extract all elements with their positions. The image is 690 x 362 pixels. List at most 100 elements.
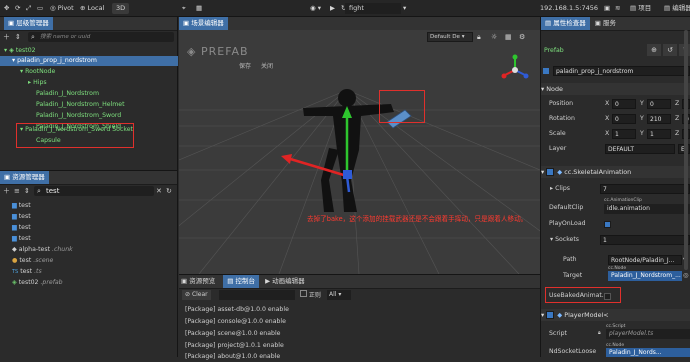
tab-animation[interactable]: ▶ 动画编辑器 bbox=[265, 277, 305, 285]
ip-address[interactable]: 192.168.1.5:7456 bbox=[540, 3, 598, 14]
scene-panel: ▣ 场景编辑器 ◈ PREFAB 保存 关闭 Default De ▾ 🔒︎ ☼… bbox=[179, 17, 540, 274]
refresh-icon[interactable]: ↻ bbox=[166, 186, 172, 196]
nd-socket-field[interactable]: Paladin_J_Nords... bbox=[606, 348, 690, 357]
console-filter-input[interactable] bbox=[219, 290, 295, 300]
hierarchy-tab[interactable]: ▣ 层级管理器 bbox=[4, 17, 53, 30]
tree-item-test02[interactable]: ▾ ◈ test02 bbox=[4, 46, 36, 56]
3d-toggle[interactable]: 3D bbox=[112, 3, 130, 14]
tree-item-rootnode[interactable]: ▾ RootNode bbox=[20, 67, 55, 77]
assets-search[interactable]: ⌕ test bbox=[34, 186, 154, 196]
tab-console[interactable]: ▤ 控制台 bbox=[223, 275, 260, 288]
scale-tool-icon[interactable]: ⤢ bbox=[26, 3, 31, 14]
scene-header: ▣ 场景编辑器 bbox=[179, 17, 540, 31]
tree-item-body[interactable]: Paladin_J_Nordstrom bbox=[36, 89, 99, 99]
clips-label[interactable]: ▸ Clips bbox=[550, 184, 570, 194]
node-name-input[interactable]: paladin_prop_j_nordstrom bbox=[553, 66, 690, 76]
rotation-x-input[interactable]: 0 bbox=[612, 114, 636, 124]
wifi-icon[interactable]: ≋ bbox=[615, 3, 620, 14]
pivot-toggle[interactable]: ◎ Pivot bbox=[50, 3, 74, 14]
scene-save-button[interactable]: 保存 bbox=[239, 63, 251, 70]
qr-icon[interactable]: ▣ bbox=[604, 3, 610, 14]
sockets-count-input[interactable]: 1 bbox=[600, 235, 690, 245]
scale-y-input[interactable]: 1 bbox=[647, 129, 671, 139]
add-node-icon[interactable]: ＋ bbox=[3, 32, 13, 42]
scene-select[interactable]: fight bbox=[345, 3, 401, 14]
assets-tab[interactable]: ▣ 资源管理器 bbox=[0, 171, 49, 184]
scale-x-label: X bbox=[605, 130, 610, 137]
rect-tool-icon[interactable]: ▭ bbox=[37, 3, 43, 14]
clips-count-input[interactable]: 7 bbox=[600, 184, 690, 194]
console-level-select[interactable]: All ▾ bbox=[327, 290, 351, 300]
skeletal-enabled-checkbox[interactable] bbox=[546, 168, 555, 176]
asset-item[interactable]: ◈ test02 .prefab bbox=[12, 278, 63, 288]
hierarchy-search[interactable]: ⌕ 搜索 name or uuid bbox=[28, 32, 174, 42]
node-active-checkbox[interactable] bbox=[543, 68, 549, 74]
settings-icon[interactable]: ⚙ bbox=[519, 32, 525, 42]
asset-item[interactable]: ◆ alpha-test .chunk bbox=[12, 245, 73, 255]
scene-tab[interactable]: ▣ 场景编辑器 bbox=[179, 17, 228, 30]
camera-icon[interactable]: ⌖ bbox=[182, 3, 186, 14]
scene-dropdown-icon[interactable]: ▾ bbox=[403, 3, 406, 14]
layer-select[interactable]: DEFAULT bbox=[605, 144, 675, 154]
inspector-tab[interactable]: ▤ 属性检查器 bbox=[541, 17, 590, 30]
asset-item[interactable]: ▆ test bbox=[12, 234, 31, 244]
tree-label: Hips bbox=[33, 79, 47, 86]
sockets-label[interactable]: ▾ Sockets bbox=[550, 235, 579, 245]
rotation-y-input[interactable]: 210 bbox=[647, 114, 671, 124]
lighting-icon[interactable]: ☼ bbox=[491, 32, 497, 42]
player-model-enabled-checkbox[interactable] bbox=[546, 311, 555, 319]
rotate-tool-icon[interactable]: ⟳ bbox=[15, 3, 20, 14]
local-toggle[interactable]: ⊕ Local bbox=[80, 3, 104, 14]
inspector-scrollbar[interactable] bbox=[684, 30, 688, 270]
clips-count: 7 bbox=[603, 186, 607, 193]
tab-asset-preview[interactable]: ▣ 资源预览 bbox=[181, 277, 215, 285]
move-tool-icon[interactable]: ✥ bbox=[4, 3, 9, 14]
scene-viewport[interactable] bbox=[179, 30, 540, 274]
node-section-header[interactable]: ▾ Node bbox=[541, 83, 690, 95]
add-asset-icon[interactable]: ＋ bbox=[3, 186, 10, 196]
camera-mode-select[interactable]: Default De ▾ bbox=[427, 32, 473, 42]
tree-item-hips[interactable]: ▸ Hips bbox=[28, 78, 47, 88]
default-clip-type: cc.AnimationClip bbox=[604, 198, 642, 203]
tree-item-sword[interactable]: Paladin_J_Nordstrom_Sword bbox=[36, 111, 121, 121]
console-clear-button[interactable]: ⊘ Clear bbox=[182, 290, 211, 300]
play-on-load-checkbox[interactable] bbox=[604, 221, 611, 228]
tree-item-paladin-prop[interactable]: ▾ paladin_prop_j_nordstrom bbox=[12, 56, 97, 66]
service-tab[interactable]: ▣ 服务 bbox=[595, 19, 616, 27]
asset-item[interactable]: ▆ test bbox=[12, 212, 31, 222]
asset-item[interactable]: TS test .ts bbox=[12, 267, 42, 277]
collapse-icon[interactable]: ⇕ bbox=[15, 32, 25, 42]
clear-search-icon[interactable]: ✕ bbox=[156, 186, 162, 196]
asset-item[interactable]: ▆ test bbox=[12, 223, 31, 233]
scale-label: Scale bbox=[549, 130, 566, 137]
position-y-input[interactable]: 0 bbox=[647, 99, 671, 109]
player-model-section-header[interactable]: ▾ ◆ PlayerModel< bbox=[541, 309, 690, 321]
asset-item[interactable]: ● test .scene bbox=[12, 256, 53, 266]
prefab-revert-icon[interactable]: ↺ bbox=[663, 44, 677, 56]
grid-icon[interactable]: ▦ bbox=[505, 32, 512, 42]
editor-button[interactable]: ▤ 编辑器 bbox=[664, 3, 690, 14]
sort-icon[interactable]: ≡ bbox=[14, 186, 20, 196]
scene-close-button[interactable]: 关闭 bbox=[261, 63, 273, 70]
default-clip-field[interactable]: idle.animation bbox=[604, 204, 690, 214]
snap-icon[interactable]: ▦ bbox=[196, 3, 202, 14]
socket-target-field[interactable]: Paladin_J_Nordstrom_... bbox=[608, 271, 682, 281]
position-x-input[interactable]: 0 bbox=[612, 99, 636, 109]
prefab-locate-icon[interactable]: ⊕ bbox=[647, 44, 661, 56]
regex-label: 正则 bbox=[308, 292, 321, 299]
regex-toggle[interactable]: 正则 bbox=[300, 290, 321, 301]
lock-icon[interactable]: 🔒︎ bbox=[477, 32, 481, 42]
asset-item[interactable]: ▆ test bbox=[12, 201, 31, 211]
skeletal-section-title: cc.SkeletalAnimation bbox=[564, 168, 632, 176]
device-select[interactable]: ◉ ▾ bbox=[310, 3, 321, 14]
script-field[interactable]: playerModel.ts bbox=[606, 329, 690, 339]
target-pick-icon[interactable]: ◎ bbox=[683, 271, 688, 281]
play-button[interactable]: ▶ bbox=[330, 3, 335, 14]
expand-icon[interactable]: ⇕ bbox=[24, 186, 30, 196]
socket-path-select[interactable]: RootNode/Paladin_J... bbox=[608, 255, 682, 265]
project-button[interactable]: ▤ 项目 bbox=[630, 3, 651, 14]
tree-item-helmet[interactable]: Paladin_J_Nordstrom_Helmet bbox=[36, 100, 125, 110]
scale-x-input[interactable]: 1 bbox=[612, 129, 636, 139]
skeletal-section-header[interactable]: ▾ ◆ cc.SkeletalAnimation bbox=[541, 166, 690, 178]
console-line: [Package] scene@1.0.0 enable bbox=[185, 330, 281, 337]
